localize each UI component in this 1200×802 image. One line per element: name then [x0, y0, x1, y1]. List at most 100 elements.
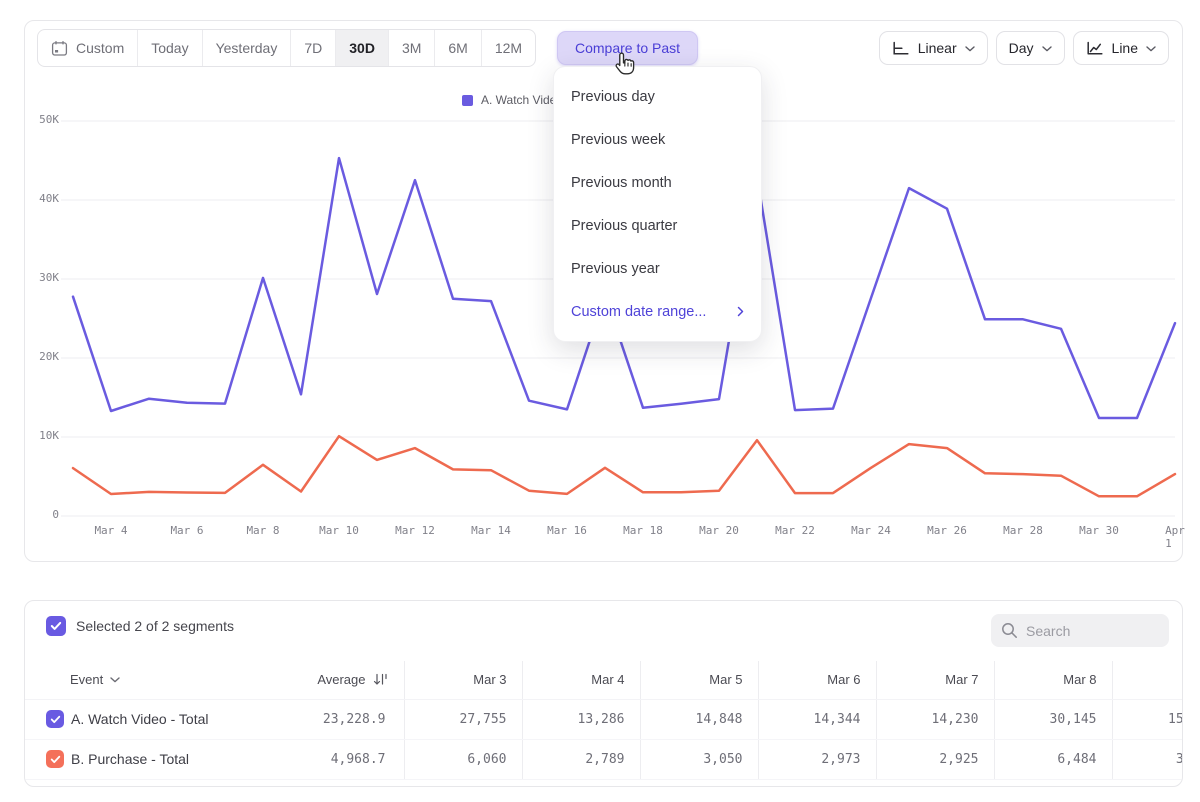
y-axis-tick: 0 — [25, 508, 59, 521]
average-column-header[interactable]: Average — [286, 661, 404, 699]
preset-label: Today — [151, 40, 188, 56]
selected-count-label: Selected 2 of 2 segments — [76, 618, 234, 634]
date-column-header: Mar 5 — [640, 661, 758, 699]
custom-date-range-label: Custom date range... — [571, 304, 706, 320]
date-value: 15,432 — [1112, 699, 1183, 739]
date-value: 14,848 — [640, 699, 758, 739]
line-chart-icon — [1086, 41, 1104, 56]
compare-to-past-button[interactable]: Compare to Past — [557, 31, 698, 65]
date-value: 3,050 — [640, 739, 758, 779]
interval-select-button[interactable]: Day — [996, 31, 1065, 65]
date-value: 2,925 — [876, 739, 994, 779]
chart-controls: Linear Day Line — [879, 31, 1169, 65]
preset-3m[interactable]: 3M — [389, 30, 435, 66]
x-axis-tick: Mar 8 — [246, 524, 279, 537]
preset-30d[interactable]: 30D — [336, 30, 389, 66]
x-axis-tick: Mar 10 — [319, 524, 359, 537]
y-axis-tick: 20K — [25, 350, 59, 363]
sort-descending-icon — [373, 673, 389, 686]
y-axis-tick: 10K — [25, 429, 59, 442]
preset-label: 12M — [495, 40, 522, 56]
segment-checkbox[interactable] — [46, 750, 64, 768]
interval-label: Day — [1009, 40, 1034, 56]
preset-label: Custom — [76, 40, 124, 56]
chart-type-select-button[interactable]: Line — [1073, 31, 1169, 65]
x-axis-tick: Mar 20 — [699, 524, 739, 537]
x-axis-tick: Mar 22 — [775, 524, 815, 537]
x-axis-tick: Mar 16 — [547, 524, 587, 537]
x-axis-tick: Mar 18 — [623, 524, 663, 537]
date-value: 14,344 — [758, 699, 876, 739]
date-column-header: Mar 4 — [522, 661, 640, 699]
preset-label: 7D — [304, 40, 322, 56]
x-axis-tick: Mar 12 — [395, 524, 435, 537]
preset-today[interactable]: Today — [138, 30, 202, 66]
select-all-checkbox[interactable] — [46, 616, 66, 636]
preset-7d[interactable]: 7D — [291, 30, 336, 66]
preset-6m[interactable]: 6M — [435, 30, 481, 66]
segment-label: B. Purchase - Total — [71, 751, 189, 767]
event-column-header[interactable]: Event — [25, 661, 286, 699]
table-row: B. Purchase - Total4,968.76,0602,7893,05… — [25, 739, 1183, 779]
chevron-down-icon — [110, 677, 120, 683]
x-axis-tick: Mar 26 — [927, 524, 967, 537]
y-axis-tick: 30K — [25, 271, 59, 284]
x-axis-tick: Mar 30 — [1079, 524, 1119, 537]
segments-table: EventAverageMar 3Mar 4Mar 5Mar 6Mar 7Mar… — [25, 661, 1183, 780]
x-axis-tick: Apr 1 — [1165, 524, 1185, 550]
date-value: 2,789 — [522, 739, 640, 779]
preset-12m[interactable]: 12M — [482, 30, 535, 66]
table-row: A. Watch Video - Total 23,228.927,75513,2… — [25, 699, 1183, 739]
series-line — [73, 436, 1175, 496]
date-column-header: Mar 9 — [1112, 661, 1183, 699]
x-axis-tick: Mar 4 — [94, 524, 127, 537]
x-axis-tick: Mar 28 — [1003, 524, 1043, 537]
date-value: 30,145 — [994, 699, 1112, 739]
y-axis-tick: 40K — [25, 192, 59, 205]
date-column-header: Mar 8 — [994, 661, 1112, 699]
preset-label: 30D — [349, 40, 375, 56]
x-axis-tick: Mar 14 — [471, 524, 511, 537]
date-value: 3,104 — [1112, 739, 1183, 779]
search-icon — [1001, 622, 1018, 639]
chart-type-label: Line — [1112, 40, 1138, 56]
preset-label: 6M — [448, 40, 467, 56]
x-axis-tick: Mar 6 — [170, 524, 203, 537]
menu-item-custom-date-range[interactable]: Custom date range... — [554, 290, 761, 333]
calendar-icon — [51, 40, 68, 57]
menu-item-previous-month[interactable]: Previous month — [554, 161, 761, 204]
chevron-down-icon — [965, 46, 975, 52]
date-value: 13,286 — [522, 699, 640, 739]
date-range-presets: Custom Today Yesterday 7D 30D 3M 6M 12M — [37, 29, 536, 67]
average-value: 23,228.9 — [286, 699, 404, 739]
compare-to-past-menu: Previous dayPrevious weekPrevious monthP… — [553, 66, 762, 342]
axis-scale-icon — [892, 41, 910, 56]
preset-label: 3M — [402, 40, 421, 56]
preset-custom[interactable]: Custom — [38, 30, 138, 66]
chevron-right-icon — [737, 306, 744, 317]
preset-yesterday[interactable]: Yesterday — [203, 30, 292, 66]
chevron-down-icon — [1146, 46, 1156, 52]
search-box — [991, 614, 1169, 647]
preset-label: Yesterday — [216, 40, 278, 56]
menu-item-previous-day[interactable]: Previous day — [554, 75, 761, 118]
chevron-down-icon — [1042, 46, 1052, 52]
date-column-header: Mar 3 — [404, 661, 522, 699]
date-value: 27,755 — [404, 699, 522, 739]
date-value: 2,973 — [758, 739, 876, 779]
x-axis-tick: Mar 24 — [851, 524, 891, 537]
menu-item-previous-week[interactable]: Previous week — [554, 118, 761, 161]
average-value: 4,968.7 — [286, 739, 404, 779]
menu-item-previous-quarter[interactable]: Previous quarter — [554, 204, 761, 247]
search-input[interactable] — [1026, 623, 1159, 639]
y-axis-tick: 50K — [25, 113, 59, 126]
analytics-page: Custom Today Yesterday 7D 30D 3M 6M 12M Compare… — [0, 0, 1200, 802]
scale-select-button[interactable]: Linear — [879, 31, 988, 65]
segments-panel: Selected 2 of 2 segments EventAverageMar… — [24, 600, 1183, 787]
segment-checkbox[interactable] — [46, 710, 64, 728]
date-column-header: Mar 6 — [758, 661, 876, 699]
date-value: 14,230 — [876, 699, 994, 739]
segment-label: A. Watch Video - Total — [71, 711, 208, 727]
menu-item-previous-year[interactable]: Previous year — [554, 247, 761, 290]
event-header-label: Event — [70, 672, 103, 687]
